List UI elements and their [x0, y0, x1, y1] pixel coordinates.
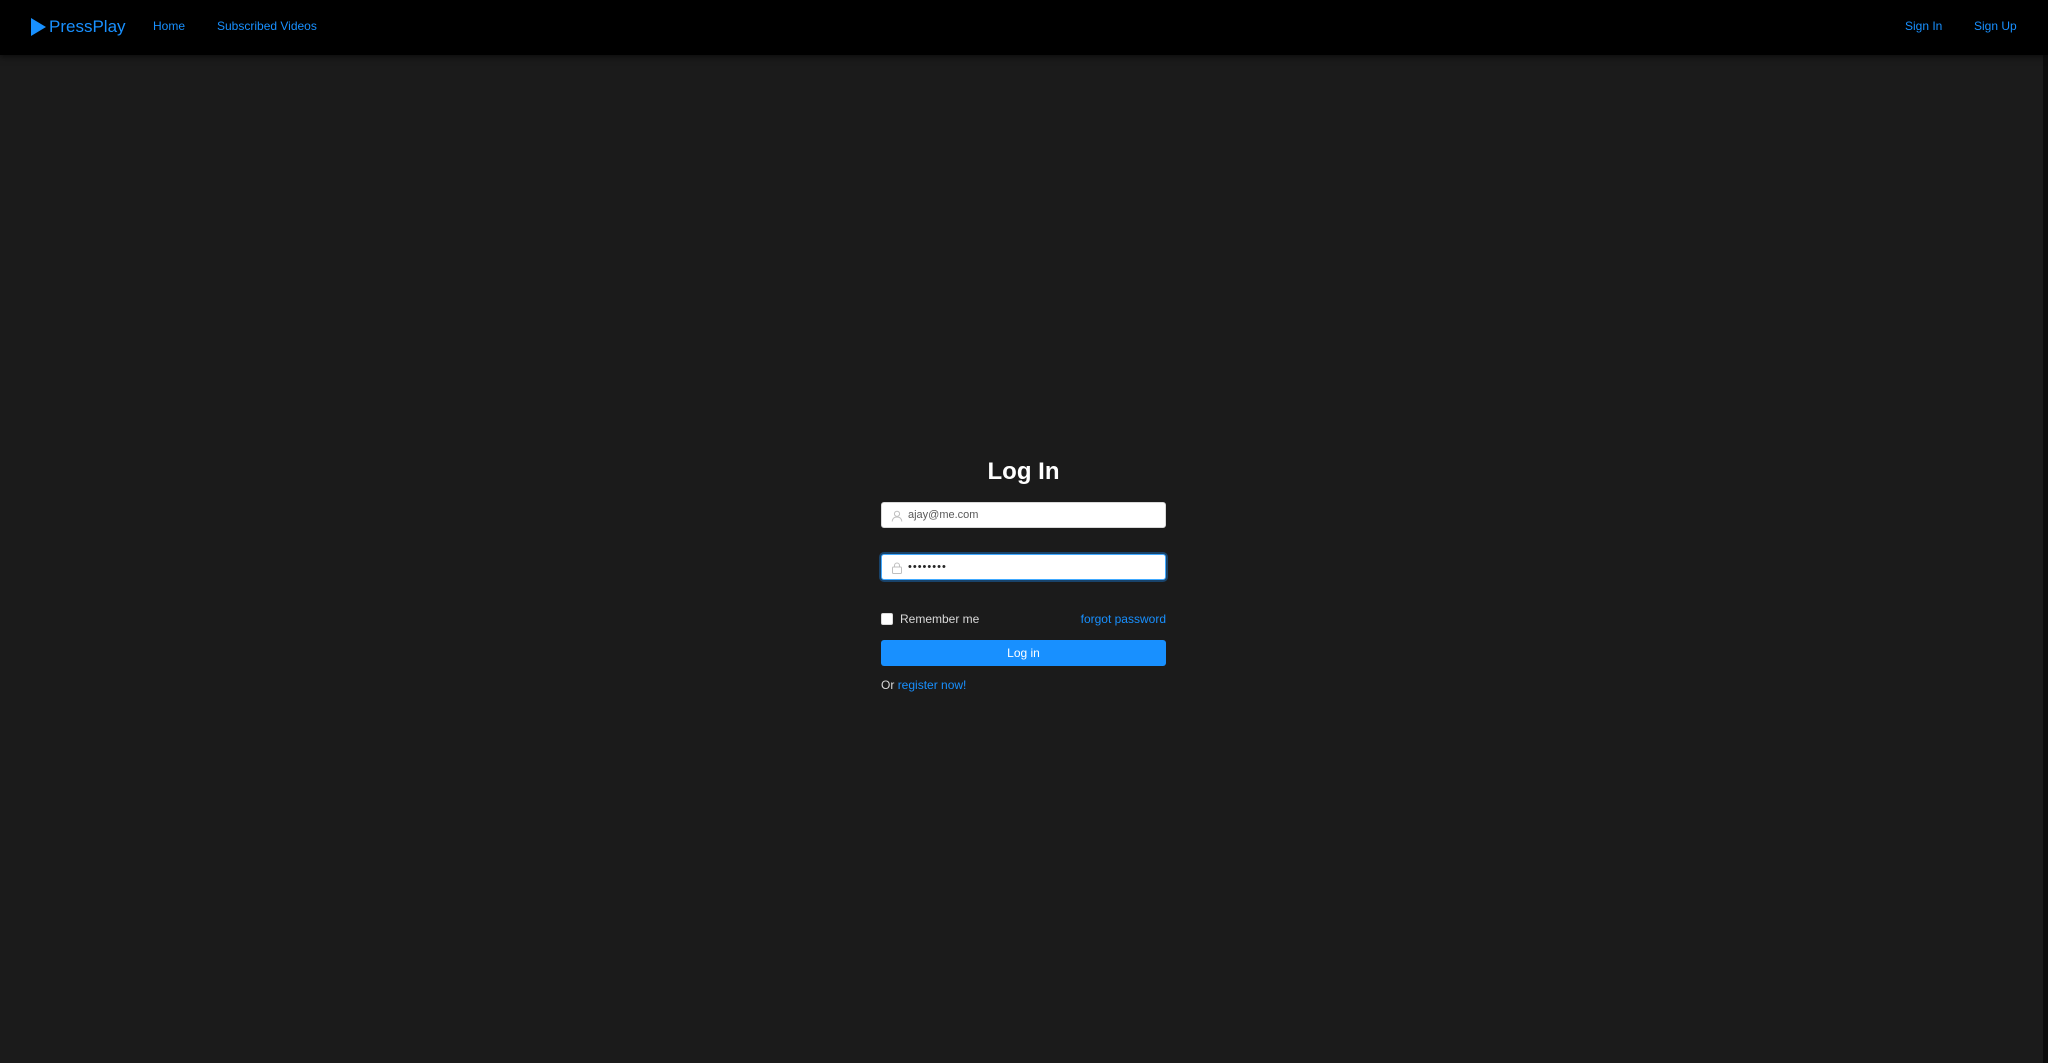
scrollbar-track[interactable]	[2043, 55, 2048, 1063]
brand-name: PressPlay	[49, 17, 126, 36]
password-field[interactable]: ••••••••	[881, 554, 1166, 580]
nav-subscribed-videos-link[interactable]: Subscribed Videos	[217, 19, 317, 33]
email-input[interactable]	[908, 505, 1165, 525]
email-field[interactable]	[881, 502, 1166, 528]
remember-me-checkbox[interactable]	[881, 613, 893, 625]
remember-me-label: Remember me	[900, 612, 980, 626]
register-prefix: Or	[881, 678, 895, 692]
nav-sign-in-link[interactable]: Sign In	[1905, 19, 1942, 33]
nav-sign-up-link[interactable]: Sign Up	[1974, 19, 2017, 33]
log-in-button[interactable]: Log in	[881, 640, 1166, 666]
brand-logo-link[interactable]: PressPlay	[31, 16, 126, 38]
forgot-password-link[interactable]: forgot password	[1080, 612, 1166, 626]
page: PressPlay Home Subscribed Videos Sign In…	[0, 0, 2048, 1063]
lock-icon	[891, 561, 903, 574]
user-icon	[891, 509, 903, 522]
remember-me-option[interactable]: Remember me	[881, 612, 979, 626]
password-input[interactable]: ••••••••	[908, 557, 1165, 577]
top-navbar: PressPlay Home Subscribed Videos Sign In…	[0, 0, 2048, 55]
register-now-link[interactable]: register now!	[898, 678, 967, 692]
register-prompt: Or register now!	[881, 678, 966, 692]
nav-home-link[interactable]: Home	[153, 19, 185, 33]
play-triangle-icon	[31, 18, 46, 36]
login-title: Log In	[987, 458, 1060, 485]
